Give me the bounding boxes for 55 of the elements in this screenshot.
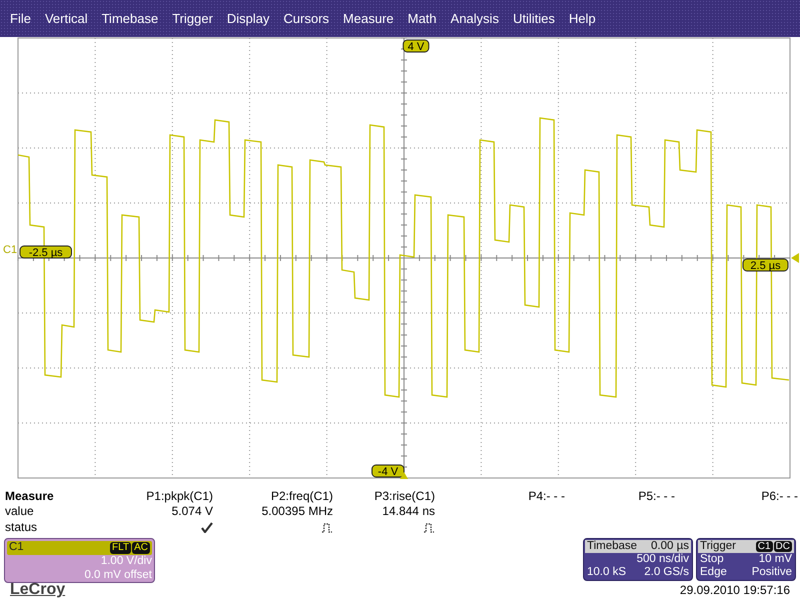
coupling-tag: FLT xyxy=(110,542,132,554)
pulse-icon xyxy=(321,522,333,534)
menu-item[interactable]: Measure xyxy=(336,8,401,28)
timebase-panel[interactable]: Timebase 0.00 µs 500 ns/div 10.0 kS 2.0 GS/s xyxy=(583,538,693,582)
time-marker: -2.5 µs xyxy=(20,246,72,259)
measure-title: Measure xyxy=(5,489,55,504)
parameter-header[interactable]: P2:freq(C1) xyxy=(213,489,333,504)
panel-title: Trigger xyxy=(700,540,736,554)
row-label: value xyxy=(5,504,35,519)
timebase-rate: 500 ns/div xyxy=(636,553,689,566)
parameter-header[interactable]: P5:- - - xyxy=(565,489,675,504)
trigger-level: 10 mV xyxy=(758,553,792,566)
sample-rate: 2.0 GS/s xyxy=(644,566,689,580)
menu-item[interactable]: Help xyxy=(562,8,603,28)
channel-scale: 1.00 V/div xyxy=(100,555,152,568)
channel-panel[interactable]: C1 FLT AC 1.00 V/div 0.0 mV offset xyxy=(4,538,155,584)
voltage-marker: -4 V xyxy=(372,464,404,478)
menu-item[interactable]: Timebase xyxy=(94,8,166,28)
parameter-header[interactable]: P3:rise(C1) xyxy=(333,489,435,504)
trigger-tag: C1 xyxy=(756,541,773,552)
parameter-header[interactable]: P6:- - - xyxy=(675,489,798,504)
menu-item[interactable]: Analysis xyxy=(444,8,506,28)
row-label: status xyxy=(5,520,38,534)
trigger-type: Edge xyxy=(700,566,727,580)
trigger-level-icon xyxy=(791,253,799,263)
timestamp: 29.09.2010 19:57:16 xyxy=(680,582,790,600)
menu-item[interactable]: Trigger xyxy=(165,8,220,28)
menu-item[interactable]: Display xyxy=(220,8,277,28)
trigger-mode: Stop xyxy=(700,553,724,566)
trigger-position-icon xyxy=(400,472,408,479)
measurement-value: 5.00395 MHz xyxy=(262,504,333,518)
pulse-icon xyxy=(423,522,435,534)
brand-logo: LeCroy xyxy=(10,581,66,600)
timebase-delay: 0.00 µs xyxy=(651,540,689,554)
channel-name: C1 xyxy=(9,541,24,556)
trigger-panel[interactable]: Trigger C1 DC Stop 10 mV Edge Positive xyxy=(696,538,796,582)
coupling-tag: AC xyxy=(132,542,150,554)
trigger-tag: DC xyxy=(774,541,792,552)
channel-label: C1 xyxy=(3,244,18,256)
parameter-header[interactable]: P4:- - - xyxy=(435,489,565,504)
checkmark-icon xyxy=(201,522,213,534)
time-marker: 2.5 µs xyxy=(742,258,788,272)
menu-item[interactable]: Vertical xyxy=(38,8,95,28)
menu-item[interactable]: Cursors xyxy=(276,8,336,28)
channel-offset: 0.0 mV offset xyxy=(84,568,152,581)
panel-title: Timebase xyxy=(587,540,638,554)
menu-item[interactable]: Math xyxy=(400,8,444,28)
voltage-marker: 4 V xyxy=(402,40,430,53)
trigger-slope: Positive xyxy=(752,566,792,580)
menu-item[interactable]: File xyxy=(3,8,38,28)
parameter-header[interactable]: P1:pkpk(C1) xyxy=(115,489,213,504)
measurement-value: 5.074 V xyxy=(172,504,213,518)
menu-item[interactable]: Utilities xyxy=(506,8,562,28)
measurement-value: 14.844 ns xyxy=(382,504,435,518)
sample-count: 10.0 kS xyxy=(587,566,626,580)
